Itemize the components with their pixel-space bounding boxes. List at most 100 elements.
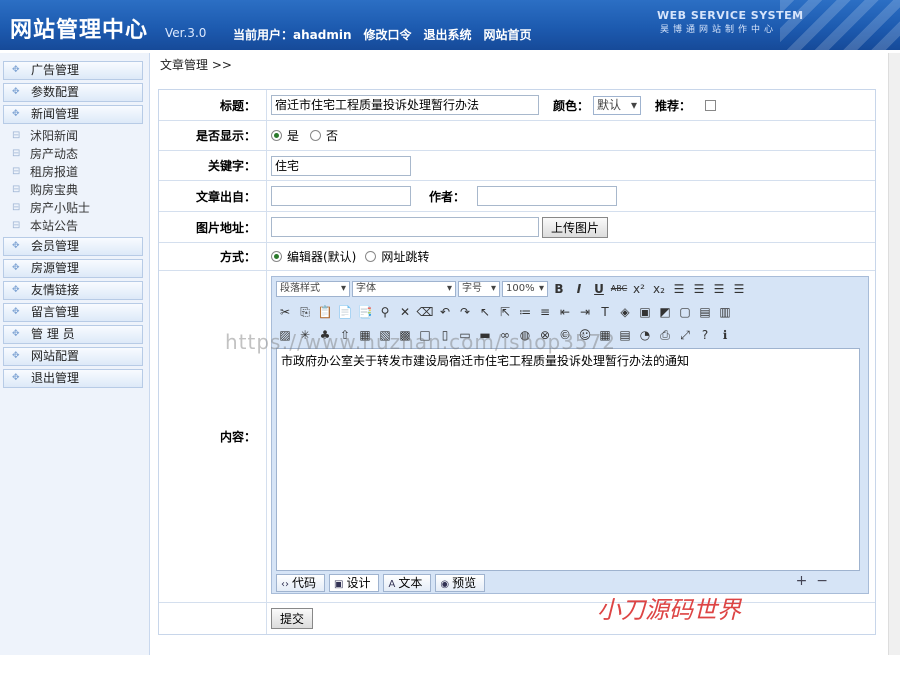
- sidebar-sub-item[interactable]: ⊟ 房产动态: [10, 145, 149, 163]
- brand-chinese: 昊博通网站制作中心: [660, 25, 778, 35]
- article-form: 标题： 宿迁市住宅工程质量投诉处理暂行办法 颜色： 默认 ▾ 推荐： 是否显示： …: [158, 89, 876, 635]
- mode-editor-radio[interactable]: [271, 251, 282, 262]
- dropdown-arrow-icon: ▾: [630, 97, 638, 112]
- header-bar: 网站管理中心 Ver.3.0 当前用户：ahadmin 修改口令 退出系统 网站…: [0, 0, 900, 50]
- ordered-list-icon[interactable]: ≔: [516, 303, 534, 321]
- time-icon[interactable]: ◔: [636, 326, 654, 344]
- italic-icon[interactable]: I: [570, 280, 588, 298]
- tab-text[interactable]: A 文本: [383, 574, 432, 592]
- tab-design[interactable]: ▣ 设计: [329, 574, 380, 592]
- bullet-icon: ✥: [12, 87, 20, 97]
- display-no-radio[interactable]: [310, 130, 322, 141]
- outdent-icon[interactable]: ⇤: [556, 303, 574, 321]
- text-icon: A: [388, 579, 396, 590]
- find-icon[interactable]: ⚲: [376, 303, 394, 321]
- clear-format-icon[interactable]: ◩: [656, 303, 674, 321]
- sidebar-item-ads[interactable]: ✥ 广告管理: [3, 61, 143, 80]
- text-color-icon[interactable]: T: [596, 303, 614, 321]
- note-icon[interactable]: ▥: [716, 303, 734, 321]
- sidebar-item-news[interactable]: ✥ 新闻管理: [3, 105, 143, 124]
- sidebar-sub-item[interactable]: ⊟ 购房宝典: [10, 181, 149, 199]
- site-home-link[interactable]: 网站首页: [484, 26, 532, 43]
- bullet-icon: ✥: [12, 351, 20, 361]
- delete-icon[interactable]: ✕: [396, 303, 414, 321]
- sidebar-item-exit[interactable]: ✥ 退出管理: [3, 369, 143, 388]
- undo-icon[interactable]: ↶: [436, 303, 454, 321]
- color-select[interactable]: 默认 ▾: [593, 95, 642, 115]
- recommend-checkbox[interactable]: [705, 99, 717, 111]
- align-left-icon[interactable]: ☰: [670, 280, 688, 298]
- sidebar-item-members[interactable]: ✥ 会员管理: [3, 237, 143, 256]
- redo-icon[interactable]: ↷: [456, 303, 474, 321]
- highlight-icon[interactable]: ◈: [616, 303, 634, 321]
- date-icon[interactable]: ▤: [616, 326, 634, 344]
- underline-icon[interactable]: U: [590, 280, 608, 298]
- expand-icon[interactable]: +: [796, 573, 808, 589]
- sidebar-item-links[interactable]: ✥ 友情链接: [3, 281, 143, 300]
- select-icon[interactable]: ↖: [476, 303, 494, 321]
- subscript-icon[interactable]: x₂: [650, 280, 668, 298]
- paragraph-style-select[interactable]: 段落样式 ▾: [276, 281, 350, 297]
- comment-icon[interactable]: ▤: [696, 303, 714, 321]
- mode-redirect-radio[interactable]: [365, 251, 377, 262]
- font-select[interactable]: 字体 ▾: [352, 281, 456, 297]
- help-icon[interactable]: ?: [696, 326, 714, 344]
- submit-button[interactable]: 提交: [271, 608, 314, 629]
- sidebar-sub-item[interactable]: ⊟ 房产小贴士: [10, 199, 149, 217]
- tab-preview[interactable]: ◉ 预览: [435, 574, 486, 592]
- cut-icon[interactable]: ✂: [276, 303, 294, 321]
- upload-image-button[interactable]: 上传图片: [542, 216, 609, 238]
- bullet-icon: ✥: [12, 241, 20, 251]
- copy-icon[interactable]: ⎘: [296, 303, 314, 321]
- sidebar-sub-item[interactable]: ⊟ 租房报道: [10, 163, 149, 181]
- bullet-icon: ✥: [12, 285, 20, 295]
- brand-english: WEB SERVICE SYSTEM: [657, 9, 804, 22]
- eraser-icon[interactable]: ⌫: [416, 303, 434, 321]
- source-input[interactable]: [271, 186, 411, 206]
- shrink-icon[interactable]: −: [816, 573, 828, 589]
- indent-icon[interactable]: ⇥: [576, 303, 594, 321]
- keyword-input[interactable]: 住宅: [271, 155, 411, 176]
- logout-link[interactable]: 退出系统: [424, 26, 472, 43]
- select-all-icon[interactable]: ⇱: [496, 303, 514, 321]
- sidebar-item-params[interactable]: ✥ 参数配置: [3, 83, 143, 102]
- bold-icon[interactable]: B: [550, 280, 568, 298]
- editor-scrollbar[interactable]: [859, 349, 860, 570]
- paste-icon[interactable]: 📋: [316, 303, 334, 321]
- sidebar-item-messages[interactable]: ✥ 留言管理: [3, 303, 143, 322]
- author-input[interactable]: [477, 186, 618, 206]
- breadcrumb: 文章管理 >>: [160, 58, 232, 72]
- sidebar-sub-item[interactable]: ⊟ 本站公告: [10, 217, 149, 235]
- bullet-icon: ✥: [12, 307, 20, 317]
- insert-file-icon[interactable]: ⎙: [656, 326, 674, 344]
- align-right-icon[interactable]: ☰: [710, 280, 728, 298]
- image-url-input[interactable]: [271, 217, 539, 237]
- top-nav: 当前用户：ahadmin 修改口令 退出系统 网站首页: [233, 26, 532, 43]
- paste-word-icon[interactable]: 📑: [356, 303, 374, 321]
- sidebar-sub-item[interactable]: ⊟ 沭阳新闻: [10, 127, 149, 145]
- sidebar-item-listings[interactable]: ✥ 房源管理: [3, 259, 143, 278]
- superscript-icon[interactable]: x²: [630, 280, 648, 298]
- strikethrough-icon[interactable]: ABC: [610, 280, 628, 298]
- change-password-link[interactable]: 修改口令: [364, 26, 412, 43]
- info-icon[interactable]: ℹ: [716, 326, 734, 344]
- sidebar-item-site-config[interactable]: ✥ 网站配置: [3, 347, 143, 366]
- frame-icon[interactable]: ▢: [676, 303, 694, 321]
- align-justify-icon[interactable]: ☰: [730, 280, 748, 298]
- editor-content-area[interactable]: 市政府办公室关于转发市建设局宿迁市住宅工程质量投诉处理暂行办法的通知: [276, 348, 860, 571]
- row-display: 是否显示： 是 否: [159, 121, 875, 151]
- sidebar: ✥ 广告管理 ✥ 参数配置 ✥ 新闻管理 ⊟ 沭阳新闻 ⊟ 房产动态 ⊟ 租房报道 ⊟ 购房宝…: [0, 53, 150, 655]
- color-label: 颜色：: [553, 98, 590, 113]
- display-yes-radio[interactable]: [271, 130, 282, 141]
- bg-color-icon[interactable]: ▣: [636, 303, 654, 321]
- unordered-list-icon[interactable]: ≡: [536, 303, 554, 321]
- font-size-select[interactable]: 字号 ▾: [458, 281, 500, 297]
- align-center-icon[interactable]: ☰: [690, 280, 708, 298]
- page-scrollbar[interactable]: [888, 53, 900, 655]
- title-input[interactable]: 宿迁市住宅工程质量投诉处理暂行办法: [271, 95, 539, 115]
- paste-text-icon[interactable]: 📄: [336, 303, 354, 321]
- tab-code[interactable]: ‹› 代码: [276, 574, 326, 592]
- fullscreen-icon[interactable]: ⤢: [676, 326, 694, 344]
- zoom-select[interactable]: 100% ▾: [502, 281, 548, 297]
- sidebar-item-admins[interactable]: ✥ 管 理 员: [3, 325, 143, 344]
